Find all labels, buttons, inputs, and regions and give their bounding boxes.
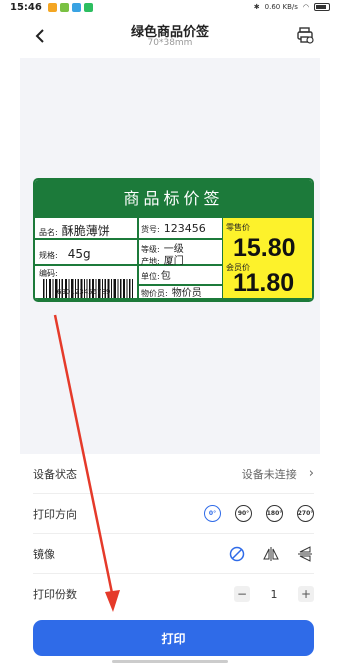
print-button[interactable]: 打印 — [33, 620, 314, 656]
mirror-label: 镜像 — [33, 547, 55, 561]
price-label-preview: 商品标价签 品名: 酥脆薄饼 规格: 45g 编码: 690123456789 … — [33, 178, 314, 302]
increment-button[interactable]: + — [298, 586, 314, 602]
rotate-270-button[interactable]: 270° — [297, 505, 314, 522]
barcode-number: 690123456789 — [57, 288, 111, 296]
product-name-field: 品名: 酥脆薄饼 — [39, 224, 110, 238]
bluetooth-icon: ✱ — [253, 3, 260, 11]
notification-icons — [47, 2, 93, 12]
flip-horizontal-icon — [263, 546, 279, 561]
wechat-notification-icon — [83, 2, 93, 12]
pricer-key: 物价员: — [141, 289, 168, 298]
member-price: 11.80 — [233, 269, 295, 297]
rotate-0-button[interactable]: 0° — [204, 505, 221, 522]
decrement-button[interactable]: − — [234, 586, 250, 602]
retail-price: 15.80 — [233, 234, 296, 262]
print-direction-label: 打印方向 — [33, 507, 77, 521]
item-number-field: 货号: 123456 — [141, 222, 206, 235]
retail-price-label: 零售价 — [226, 223, 250, 232]
unit-field: 单位:包 — [141, 271, 171, 282]
wifi-icon: ◠ — [302, 3, 309, 11]
chevron-right-icon: › — [308, 466, 314, 481]
status-time: 15:46 — [10, 1, 42, 13]
copies-label: 打印份数 — [33, 588, 77, 601]
app-notification-icon — [71, 2, 81, 12]
mirror-row: 镜像 — [33, 534, 314, 574]
device-status-value: 设备未连接 — [241, 467, 297, 481]
code-field: 编码: — [39, 269, 58, 278]
printer-settings-icon[interactable] — [296, 26, 314, 44]
battery-icon — [314, 3, 330, 11]
rotate-90-button[interactable]: 90° — [235, 505, 252, 522]
origin-field: 产地: 厦门 — [141, 256, 184, 267]
rotate-180-button[interactable]: 180° — [266, 505, 283, 522]
mirror-horizontal-button[interactable] — [262, 545, 280, 563]
spec-field: 规格: 45g — [39, 247, 91, 261]
label-grid-line — [35, 264, 223, 266]
status-right: ✱ 0.60 KB/s ◠ — [254, 3, 330, 11]
network-speed: 0.60 KB/s — [264, 3, 298, 11]
label-grid-line — [137, 218, 139, 300]
app-notification-icon — [47, 2, 57, 12]
home-indicator — [112, 660, 228, 663]
label-heading: 商品标价签 — [35, 180, 312, 218]
device-status-label: 设备状态 — [33, 467, 77, 481]
print-direction-row: 打印方向 0° 90° 180° 270° — [33, 494, 314, 534]
mirror-vertical-button[interactable] — [296, 545, 314, 563]
header: 绿色商品价签 70*38mm — [0, 14, 340, 58]
device-status-row[interactable]: 设备状态 设备未连接 › — [33, 454, 314, 494]
pricer-field: 物价员: 物价员 — [141, 284, 202, 299]
status-bar: 15:46 ✱ 0.60 KB/s ◠ — [0, 0, 340, 14]
pricer-value: 物价员 — [171, 288, 202, 299]
copies-stepper: − 1 + — [234, 586, 314, 602]
price-panel: 零售价 15.80 会员价 11.80 — [223, 218, 312, 300]
flip-vertical-icon — [298, 545, 312, 562]
no-mirror-icon — [229, 546, 245, 561]
copies-row: 打印份数 − 1 + — [33, 574, 314, 614]
page-subtitle: 70*38mm — [147, 38, 193, 48]
app-notification-icon — [59, 2, 69, 12]
mirror-none-button[interactable] — [228, 545, 246, 563]
copies-value[interactable]: 1 — [260, 588, 288, 601]
